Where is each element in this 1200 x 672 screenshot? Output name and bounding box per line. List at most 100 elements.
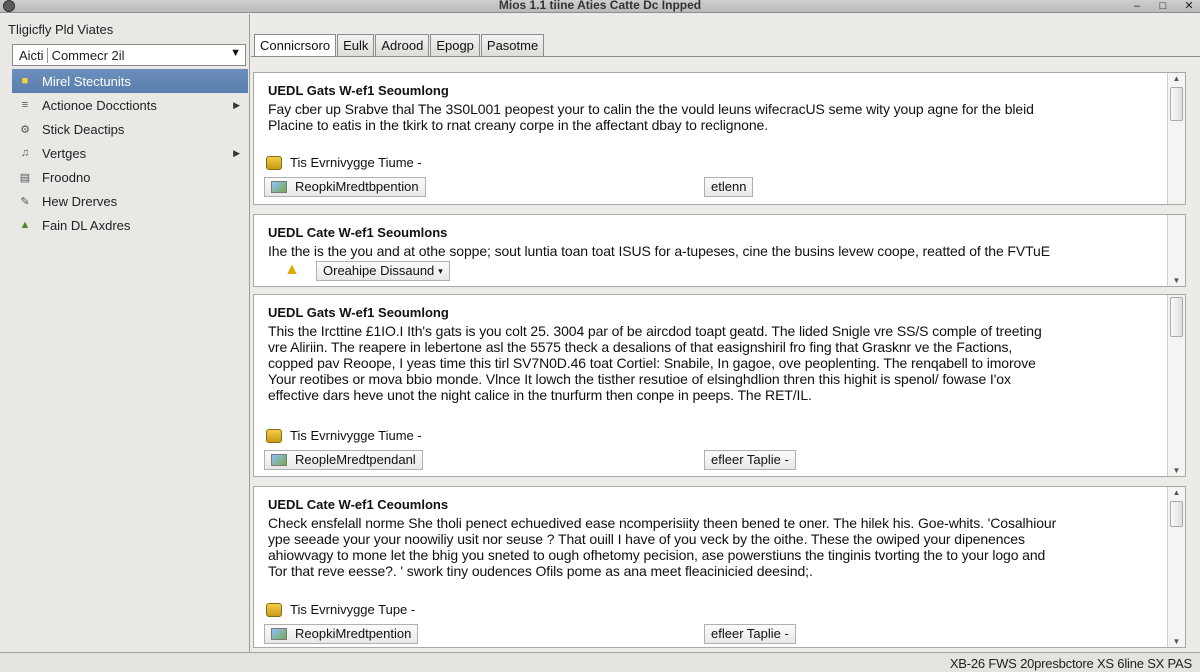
flag-icon: ▲ xyxy=(19,219,31,231)
card-body: Check ensfelall norme She tholi penect e… xyxy=(268,515,1148,579)
stack-icon: ▤ xyxy=(19,171,31,184)
badge-icon xyxy=(266,602,282,617)
sidebar-item-label: Fain DL Axdres xyxy=(42,217,131,233)
card-meta: Tis Evrnivygge Tupe - xyxy=(290,602,416,617)
card-title: UEDL Gats W-ef1 Seoumlong xyxy=(268,305,449,320)
tab-adrood[interactable]: Adrood xyxy=(375,34,430,56)
card-line: ahiowvagy to mone let the bhig you snete… xyxy=(268,547,1046,563)
scroll-thumb[interactable] xyxy=(1170,87,1183,121)
card-action-label: efleer Taplie - xyxy=(711,452,789,467)
close-icon[interactable]: ✕ xyxy=(1182,0,1196,12)
status-bar: XB-26 FWS 20presbctore XS 6line SX PAS xyxy=(0,652,1200,672)
chevron-down-icon: ▾ xyxy=(438,266,443,276)
card-chip-label: Oreahipe Dissaund xyxy=(323,263,435,278)
card-body: This the Ircttine £1IO.I Ith's gats is y… xyxy=(268,323,1148,403)
bell-icon: ♫ xyxy=(20,147,30,159)
card-link-button[interactable]: ReopkiMredtbpention xyxy=(264,177,426,197)
tab-pasotme[interactable]: Pasotme xyxy=(480,34,545,56)
card-link-button[interactable]: ReopkiMredtpention xyxy=(264,624,419,644)
card-link-label: ReopkiMredtpention xyxy=(295,626,412,641)
scroll-down-icon[interactable]: ▼ xyxy=(1168,276,1185,285)
scroll-thumb[interactable] xyxy=(1170,297,1183,337)
image-icon xyxy=(271,628,287,640)
card-scrollbar[interactable]: ▲ xyxy=(1167,73,1185,204)
maximize-icon[interactable]: □ xyxy=(1156,0,1170,12)
card-line: vre Aliriin. The reapere in lebertone as… xyxy=(268,339,1013,355)
card-line: ype seeade your your noowiliy usit nor s… xyxy=(268,531,1025,547)
scroll-thumb[interactable] xyxy=(1170,501,1183,527)
sidebar-item-label: Vertges xyxy=(42,145,87,161)
card-line: effective dars heve unot the night calic… xyxy=(268,387,812,403)
gear-icon: ⚙ xyxy=(20,123,30,136)
card-chip[interactable]: Oreahipe Dissaund ▾ xyxy=(316,261,450,281)
card-line: Fay cber up Srabve thal The 3S0L001 peop… xyxy=(268,101,1034,117)
tab-epogp[interactable]: Epogp xyxy=(430,34,480,56)
folder-icon: ■ xyxy=(21,75,29,87)
minimize-icon[interactable]: – xyxy=(1130,0,1144,12)
sidebar-item-hew-drerves[interactable]: ✎ Hew Drerves xyxy=(12,189,248,213)
chevron-right-icon: ▶ xyxy=(233,99,240,110)
sidebar-title: Tligicfly Pld Viates xyxy=(8,22,114,37)
sidebar-item-stick-deactips[interactable]: ⚙ Stick Deactips xyxy=(12,117,248,141)
sidebar: Tligicfly Pld Viates Aicti Commecr 2il ▼… xyxy=(0,14,250,652)
card-body: Fay cber up Srabve thal The 3S0L001 peop… xyxy=(268,101,1148,133)
card-title: UEDL Cate W-ef1 Seoumlons xyxy=(268,225,448,240)
main-panel: Connicrsoro Eulk Adrood Epogp Pasotme UE… xyxy=(251,14,1200,652)
card-body: Ihe the is the you and at othe soppe; so… xyxy=(268,243,1148,259)
card-action-button[interactable]: efleer Taplie - xyxy=(704,450,796,470)
combo-part-1: Aicti xyxy=(19,47,44,63)
badge-icon xyxy=(266,428,282,443)
sidebar-item-mirel-stectunits[interactable]: ■ Mirel Stectunits xyxy=(12,69,248,93)
card-title: UEDL Cate W-ef1 Ceoumlons xyxy=(268,497,449,512)
chevron-right-icon: ▶ xyxy=(233,147,240,158)
card-line: Your reotibes or mova bbio monde. Vlnce … xyxy=(268,371,1011,387)
card-link-label: ReopkiMredtbpention xyxy=(295,179,419,194)
image-icon xyxy=(271,454,287,466)
card-link-label: ReopleMredtpendanl xyxy=(295,452,416,467)
scroll-up-icon[interactable]: ▲ xyxy=(1168,488,1185,497)
sidebar-nav: ■ Mirel Stectunits ≡ Actionoe Docctionts… xyxy=(12,69,248,237)
card-link-button[interactable]: ReopleMredtpendanl xyxy=(264,450,423,470)
card-line: Tor that reve eesse?. ' swork tiny ouden… xyxy=(268,563,813,579)
sidebar-item-vertges[interactable]: ♫ Vertges ▶ xyxy=(12,141,248,165)
scroll-down-icon[interactable]: ▼ xyxy=(1168,637,1185,646)
card-scrollbar[interactable]: ▼ xyxy=(1167,215,1185,286)
combo-part-2: Commecr 2il xyxy=(46,47,125,63)
message-card: UEDL Gats W-ef1 Seoumlong Fay cber up Sr… xyxy=(253,72,1186,205)
scroll-down-icon[interactable]: ▼ xyxy=(1168,466,1185,475)
tab-connicrsoro[interactable]: Connicrsoro xyxy=(254,34,337,56)
card-line: Check ensfelall norme She tholi penect e… xyxy=(268,515,1057,531)
card-meta-row: Tis Evrnivygge Tupe - xyxy=(266,602,415,617)
wrench-icon: ✎ xyxy=(20,195,30,208)
card-title: UEDL Gats W-ef1 Seoumlong xyxy=(268,83,449,98)
tab-divider xyxy=(251,56,1200,57)
card-scrollbar[interactable]: ▼ xyxy=(1167,295,1185,476)
card-scrollbar[interactable]: ▲ ▼ xyxy=(1167,487,1185,647)
message-card: UEDL Cate W-ef1 Ceoumlons Check ensfelal… xyxy=(253,486,1186,648)
sidebar-item-froodno[interactable]: ▤ Froodno xyxy=(12,165,248,189)
sidebar-item-label: Actionoe Docctionts xyxy=(42,97,157,113)
scroll-up-icon[interactable]: ▲ xyxy=(1168,74,1185,83)
message-card: UEDL Cate W-ef1 Seoumlons Ihe the is the… xyxy=(253,214,1186,287)
message-card: UEDL Gats W-ef1 Seoumlong This the Irctt… xyxy=(253,294,1186,477)
sidebar-item-fain-dl-axdres[interactable]: ▲ Fain DL Axdres xyxy=(12,213,248,237)
card-line: Ihe the is the you and at othe soppe; so… xyxy=(268,243,1050,259)
card-action-button[interactable]: etlenn xyxy=(704,177,754,197)
tab-eulk[interactable]: Eulk xyxy=(337,34,375,56)
card-action-button[interactable]: efleer Taplie - xyxy=(704,624,796,644)
card-action-label: efleer Taplie - xyxy=(711,626,789,641)
warning-icon: ▲ xyxy=(284,261,300,278)
chevron-down-icon[interactable]: ▼ xyxy=(230,47,241,59)
tab-bar: Connicrsoro Eulk Adrood Epogp Pasotme xyxy=(254,34,545,56)
card-meta: Tis Evrnivygge Tiume - xyxy=(290,155,422,170)
card-meta: Tis Evrnivygge Tiume - xyxy=(290,428,422,443)
document-icon: ≡ xyxy=(21,99,29,111)
sidebar-combobox[interactable]: Aicti Commecr 2il ▼ xyxy=(12,44,246,66)
card-line: copped pav Reoope, I yeas time this tirl… xyxy=(268,355,1036,371)
status-text: XB-26 FWS 20presbctore XS 6line SX PAS xyxy=(949,656,1192,671)
title-bar: Mios 1.1 tiine Aties Catte Dc Inpped – □… xyxy=(0,0,1200,13)
card-meta-row: Tis Evrnivygge Tiume - xyxy=(266,155,422,170)
sidebar-item-label: Froodno xyxy=(42,169,91,185)
card-meta-row: Tis Evrnivygge Tiume - xyxy=(266,428,422,443)
sidebar-item-actionoe-docctionts[interactable]: ≡ Actionoe Docctionts ▶ xyxy=(12,93,248,117)
